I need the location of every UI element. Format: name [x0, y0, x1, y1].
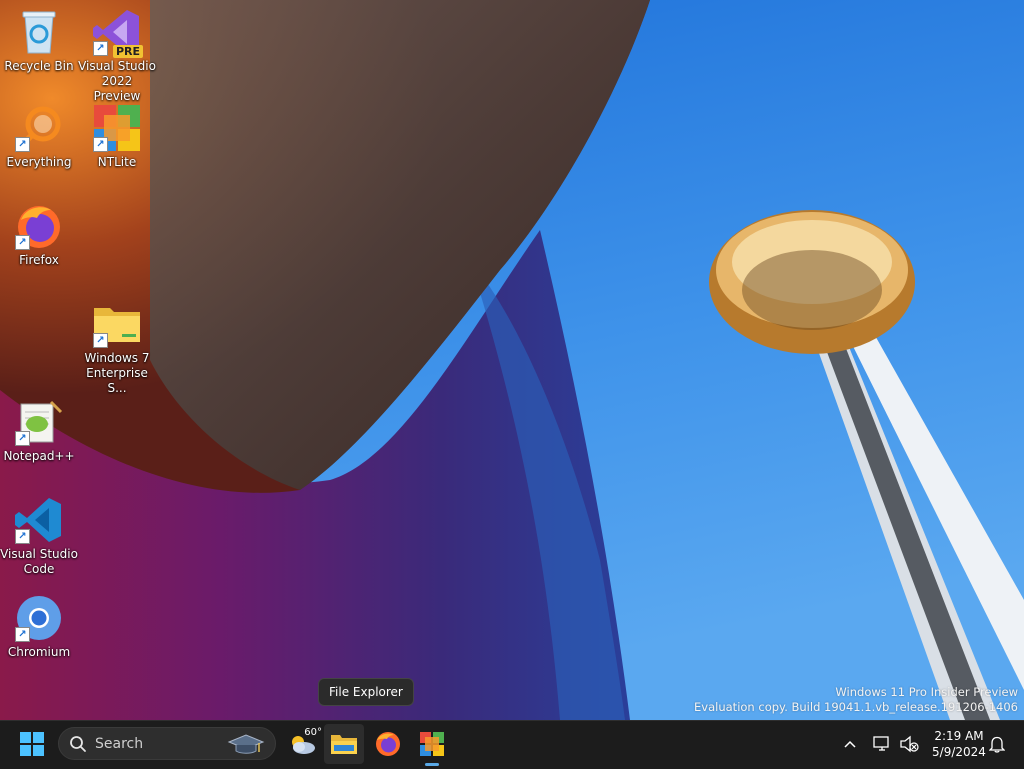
desktop-icon-chromium[interactable]: ↗ Chromium [0, 594, 78, 660]
clock-date: 5/9/2024 [932, 745, 986, 759]
desktop-icon-notepad-plus-plus[interactable]: ↗ Notepad++ [0, 398, 78, 464]
desktop-icon-label: Everything [6, 155, 72, 169]
shortcut-arrow-icon: ↗ [15, 137, 30, 152]
shortcut-arrow-icon: ↗ [15, 431, 30, 446]
watermark-line-1: Windows 11 Pro Insider Preview [835, 685, 1018, 699]
firefox-icon [376, 732, 400, 756]
desktop-icon-everything[interactable]: ↗ Everything [0, 104, 78, 170]
search-icon [70, 735, 86, 752]
shortcut-arrow-icon: ↗ [93, 137, 108, 152]
taskbar-firefox[interactable] [368, 724, 408, 764]
desktop-icon-label: Visual Studio Code [0, 547, 78, 576]
desktop-icon-vscode[interactable]: ↗ Visual Studio Code [0, 496, 78, 577]
desktop-icon-label: Notepad++ [3, 449, 75, 463]
vscode-icon: ↗ [15, 496, 63, 544]
shortcut-arrow-icon: ↗ [15, 235, 30, 250]
desktop-icon-visual-studio-preview[interactable]: PRE ↗ Visual Studio 2022 Preview [78, 8, 156, 104]
desktop-icon-label: Recycle Bin [4, 59, 74, 73]
folder-icon: ↗ [93, 300, 141, 348]
running-indicator [425, 763, 439, 766]
graduation-cap-icon [227, 733, 265, 754]
desktop-icon-label: Windows 7 Enterprise S... [84, 351, 150, 395]
desktop-icon-label: Firefox [19, 253, 59, 267]
recycle-bin-icon [15, 8, 63, 56]
desktop-icon-ntlite[interactable]: ↗ NTLite [78, 104, 156, 170]
chromium-icon: ↗ [15, 594, 63, 642]
desktop-icon-recycle-bin[interactable]: Recycle Bin [0, 8, 78, 74]
folder-icon [331, 735, 357, 754]
everything-search-icon: ↗ [15, 104, 63, 152]
weather-temperature: 60° [304, 727, 322, 738]
preview-badge: PRE [112, 45, 143, 58]
evaluation-watermark: Windows 11 Pro Insider Preview Evaluatio… [694, 685, 1018, 715]
taskbar-file-explorer[interactable] [324, 724, 364, 764]
bell-icon [989, 736, 1005, 753]
file-explorer-tooltip: File Explorer [318, 678, 414, 706]
ntlite-icon [420, 732, 444, 756]
shortcut-arrow-icon: ↗ [15, 529, 30, 544]
taskbar-ntlite[interactable] [412, 724, 452, 766]
clock-time: 2:19 AM [934, 729, 984, 743]
desktop-icon-label: Chromium [7, 645, 71, 659]
taskbar-search-box[interactable]: Search [58, 727, 276, 760]
speaker-muted-icon [900, 735, 919, 753]
volume-button[interactable] [894, 724, 924, 764]
desktop-icon-label: NTLite [97, 155, 137, 169]
visual-studio-preview-icon: PRE ↗ [93, 8, 143, 58]
network-disconnected-icon [873, 736, 889, 751]
taskbar-clock[interactable]: 2:19 AM 5/9/2024 [928, 728, 990, 760]
taskbar-weather-widget[interactable]: 60° [282, 724, 322, 764]
desktop-icon-label: Visual Studio 2022 Preview [78, 59, 156, 103]
desktop-icon-windows7-folder[interactable]: ↗ Windows 7 Enterprise S... [78, 300, 156, 396]
watermark-line-2: Evaluation copy. Build 19041.1.vb_releas… [694, 700, 1018, 714]
desktop-icon-firefox[interactable]: ↗ Firefox [0, 202, 78, 268]
search-label: Search [95, 735, 144, 752]
ntlite-icon: ↗ [93, 104, 141, 152]
shortcut-arrow-icon: ↗ [93, 41, 108, 56]
chevron-up-icon [844, 740, 856, 748]
start-button[interactable] [12, 724, 52, 764]
notifications-button[interactable] [986, 724, 1008, 764]
notepad-plus-plus-icon: ↗ [15, 398, 63, 446]
shortcut-arrow-icon: ↗ [15, 627, 30, 642]
windows-logo-icon [20, 732, 44, 756]
show-hidden-icons-button[interactable] [832, 724, 868, 764]
firefox-icon: ↗ [15, 202, 63, 250]
shortcut-arrow-icon: ↗ [93, 333, 108, 348]
